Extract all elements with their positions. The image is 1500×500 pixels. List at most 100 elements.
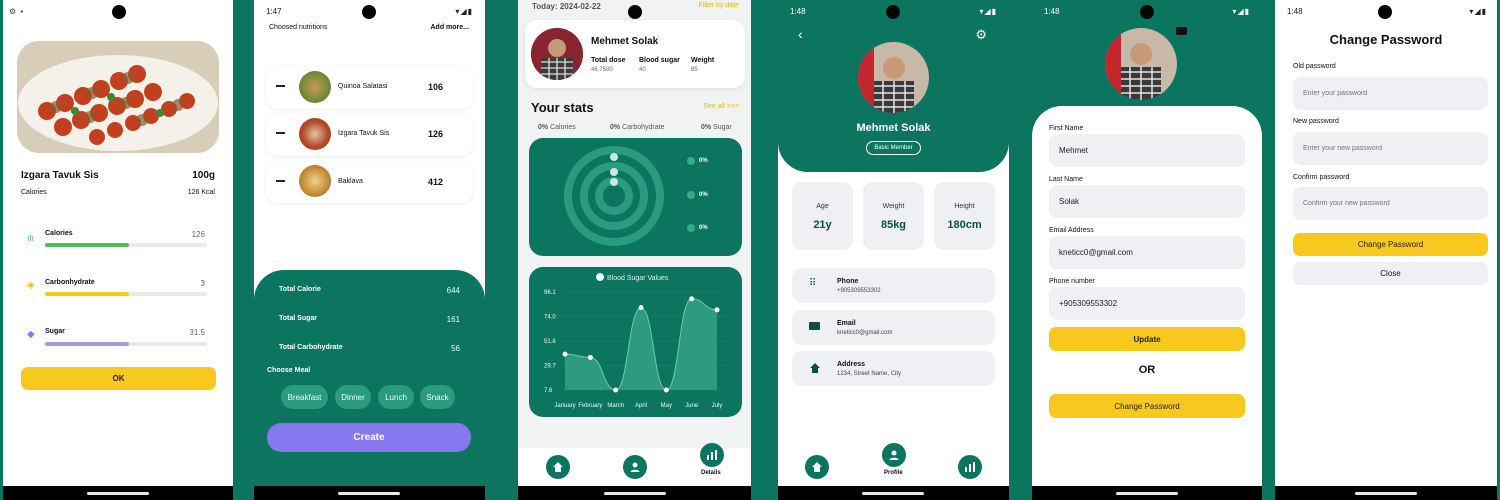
field-label: Old password	[1293, 63, 1336, 70]
change-password-button[interactable]: Change Password	[1049, 394, 1245, 418]
sugar-progress	[45, 342, 207, 346]
new-password-input[interactable]	[1293, 132, 1488, 165]
nutrient-label: Carbonhydrate	[45, 279, 95, 286]
nutrient-label: Calories	[45, 230, 73, 237]
field-label: First Name	[1049, 125, 1084, 132]
status-icons: ▾◢▮	[1469, 7, 1487, 16]
chosen-title: Choosed nutritions	[269, 24, 328, 31]
list-item: Quinoa Salatasi 106	[266, 67, 473, 109]
metric-label: Age	[816, 203, 829, 210]
y-tick-label: 96.1	[544, 290, 556, 296]
meal-builder-screen: 1:47 ▾◢▮ Choosed nutritions Add more... …	[254, 0, 485, 500]
camera-notch	[112, 5, 126, 19]
calories-value: 126 Kcal	[187, 189, 215, 196]
ring-legend-value: 0%	[699, 225, 708, 231]
home-gesture-bar[interactable]	[604, 492, 666, 495]
old-password-input[interactable]	[1293, 77, 1488, 110]
email-field[interactable]: kneticc0@gmail.com	[1049, 236, 1245, 269]
nav-profile-button[interactable]	[882, 443, 906, 467]
home-gesture-bar[interactable]	[1355, 492, 1417, 495]
close-button[interactable]: Close	[1293, 262, 1488, 285]
meal-lunch-chip[interactable]: Lunch	[378, 385, 414, 409]
food-name: Izgara Tavuk Sis	[21, 170, 99, 181]
update-button[interactable]: Update	[1049, 327, 1245, 351]
today-date: Today: 2024-02-22	[532, 2, 601, 11]
status-time: 1:48	[790, 7, 806, 16]
field-label: Phone number	[1049, 278, 1095, 285]
nav-profile-label: Profile	[884, 470, 903, 476]
field-label: Last Name	[1049, 176, 1083, 183]
meal-snack-chip[interactable]: Snack	[420, 385, 455, 409]
ring-chart-card: 0% 0% 0%	[529, 138, 742, 256]
ok-button[interactable]: OK	[21, 367, 216, 390]
or-divider: OR	[1138, 364, 1156, 376]
confirm-password-input[interactable]	[1293, 187, 1488, 220]
total-label: Total Sugar	[279, 315, 317, 322]
change-password-button[interactable]: Change Password	[1293, 233, 1488, 256]
total-value: 56	[451, 344, 460, 353]
home-gesture-bar[interactable]	[87, 492, 149, 495]
series-area	[565, 298, 717, 390]
back-arrow-icon[interactable]: ‹	[798, 26, 803, 42]
email-row[interactable]: Email kneticc0@gmail.com	[792, 310, 995, 345]
meal-breakfast-chip[interactable]: Breakfast	[281, 385, 328, 409]
home-gesture-bar[interactable]	[1116, 492, 1178, 495]
data-point	[689, 296, 695, 302]
stat-label: Blood sugar	[639, 57, 680, 64]
item-name: Izgara Tavuk Sis	[338, 130, 390, 137]
filter-by-date-link[interactable]: Filter by date	[699, 2, 739, 9]
ring-legend-value: 0%	[699, 158, 708, 164]
blood-sugar-card: Blood Sugar Values 96.1 74.0 51.8 29.7 7.6 Jan…	[529, 267, 742, 417]
status-time: 1:48	[1287, 7, 1303, 16]
avatar	[858, 42, 929, 113]
nav-profile-button[interactable]	[623, 455, 647, 479]
x-tick-label: May	[661, 403, 672, 409]
meal-dinner-chip[interactable]: Dinner	[335, 385, 371, 409]
add-more-link[interactable]: Add more...	[430, 24, 469, 31]
y-tick-label: 7.6	[544, 388, 553, 394]
first-name-field[interactable]: Mehmet	[1049, 134, 1245, 167]
nav-home-button[interactable]	[805, 455, 829, 479]
remove-icon[interactable]	[276, 132, 285, 134]
remove-icon[interactable]	[276, 180, 285, 182]
status-time: 1:47	[266, 7, 282, 16]
status-icons: ▾◢▮	[455, 7, 473, 16]
phone-row[interactable]: ⠿ Phone +905309553302	[792, 268, 995, 303]
list-item: Izgara Tavuk Sis 126	[266, 114, 473, 156]
carb-progress	[45, 292, 207, 296]
nav-details-button[interactable]	[700, 443, 724, 467]
last-name-field[interactable]: Solak	[1049, 185, 1245, 218]
data-point	[587, 354, 593, 360]
see-all-link[interactable]: See all >>>	[703, 103, 739, 110]
camera-notch	[1378, 5, 1392, 19]
info-value: 1234, Street Name, City	[837, 371, 902, 377]
home-gesture-bar[interactable]	[338, 492, 400, 495]
item-value: 126	[428, 129, 444, 139]
total-label: Total Calorie	[279, 286, 321, 293]
pct-carbohydrate: 0% Carbohydrate	[610, 124, 665, 131]
total-label: Total Carbohydrate	[279, 344, 343, 351]
total-value: 644	[446, 286, 460, 295]
stat-label: Weight	[691, 57, 715, 64]
home-gesture-bar[interactable]	[862, 492, 924, 495]
info-label: Email	[837, 320, 856, 327]
address-row[interactable]: Address 1234, Street Name, City	[792, 351, 995, 386]
profile-name: Mehmet Solak	[856, 122, 931, 134]
metric-card: Age 21y	[792, 182, 853, 250]
y-tick-label: 74.0	[544, 314, 556, 320]
create-button[interactable]: Create	[267, 423, 471, 452]
settings-gear-icon[interactable]: ⚙	[975, 27, 987, 43]
nav-home-button[interactable]	[546, 455, 570, 479]
nav-details-button[interactable]	[958, 455, 982, 479]
remove-icon[interactable]	[276, 85, 285, 87]
item-name: Baklava	[338, 178, 363, 185]
nutrient-value: 3	[200, 279, 205, 288]
stat-value: 40	[639, 67, 646, 73]
camera-icon[interactable]	[1176, 27, 1187, 35]
camera-notch	[362, 5, 376, 19]
metric-value: 85kg	[880, 219, 907, 231]
stat-label: Total dose	[591, 57, 626, 64]
phone-field[interactable]: +905309553302	[1049, 287, 1245, 320]
pct-calories: 0% Calories	[538, 124, 576, 131]
item-value: 106	[428, 82, 444, 92]
